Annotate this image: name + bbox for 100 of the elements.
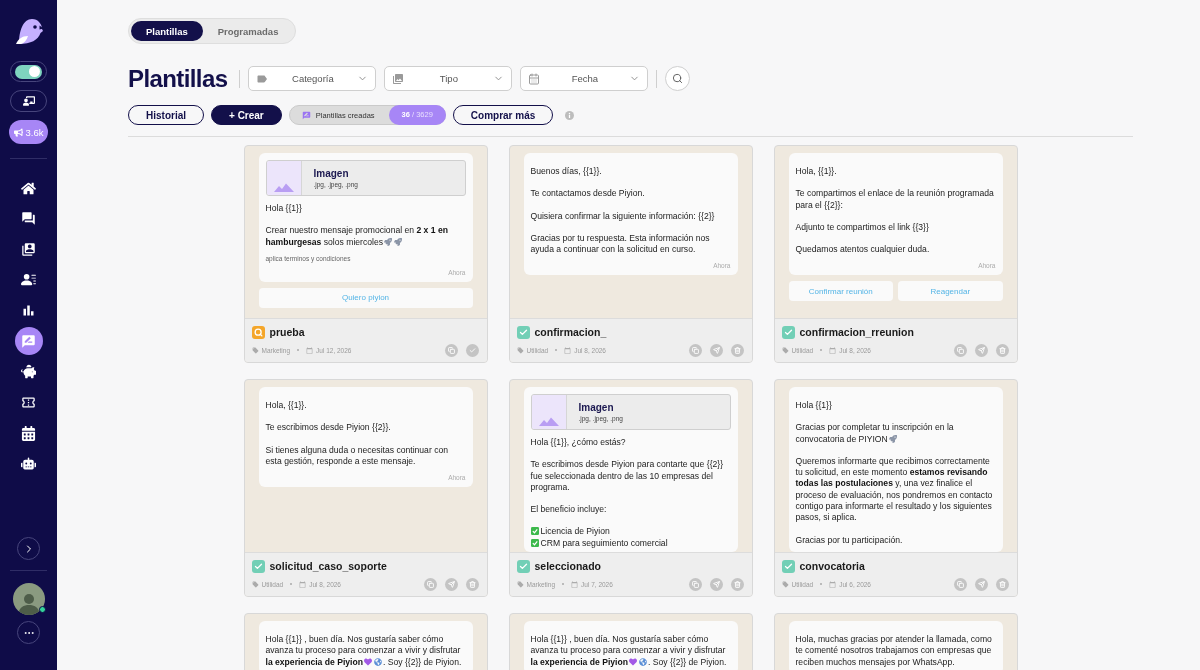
send-icon[interactable]: [974, 343, 988, 357]
message-text: Hola {{1}} , buen día. Nos gustaría saber cómo: [265, 634, 444, 644]
message-text: hamburgesas solos miercoles: [265, 236, 383, 247]
message-text: Hola, {{1}}.: [795, 166, 837, 176]
chat-bubbles-icon: [21, 211, 36, 227]
message-text: Te contactamos desde Piyion.: [530, 188, 645, 199]
trash-icon[interactable]: [995, 343, 1009, 357]
send-icon[interactable]: [709, 343, 723, 357]
tag-icon: [251, 580, 259, 588]
template-name: confirmacion_rreunion: [799, 326, 914, 338]
nav-button[interactable]: [14, 327, 43, 356]
search-button[interactable]: [665, 66, 691, 91]
message-text: Crear nuestro mensaje promocional en 2 x 1 en: [265, 225, 448, 236]
copy-icon[interactable]: [688, 577, 702, 591]
copy-icon[interactable]: [444, 343, 458, 357]
robot-icon: [21, 456, 36, 472]
message-text: Hola, {{1}}.: [265, 400, 307, 410]
filter-dropdown[interactable]: Categoría: [248, 66, 377, 91]
message-text: Gracias por tu respuesta. Esta información nos ayuda a continuar con la solicitud en curso.: [530, 232, 710, 255]
filter-dropdown[interactable]: Tipo: [384, 66, 513, 91]
tab[interactable]: Plantillas: [131, 21, 203, 41]
message-text: Te compartimos el enlace de la reunión programada para el {{2}}:: [795, 188, 994, 210]
attachment-title: Imagen: [578, 402, 615, 413]
piggy-bank-icon: [21, 364, 36, 380]
calendar-icon: [564, 346, 572, 354]
calendar-icon: [21, 425, 36, 441]
checkbox-icon: [530, 538, 539, 547]
search-icon: [672, 73, 684, 84]
message-text: Queremos informarte que recibimos correctamente tu solicitud, en este momento estamos revisando todas las postulaciones y, una vez finalice el proceso de evaluación, nos pondremos en contacto contigo para informarte el resultado y los siguientes pasos, si aplica.: [795, 455, 993, 523]
calendar-icon: [306, 346, 314, 354]
message-text: avanza tu proceso para comenzar a vivir y disfrutar: [530, 645, 726, 656]
message-text: Adjunto te compartimos el link {{3}}: [795, 221, 929, 232]
message-text: Quedamos atentos cualquier duda.: [795, 244, 930, 255]
message-text: la experiencia de Piyion: [265, 656, 363, 667]
rocket-icon: [394, 237, 402, 246]
send-icon[interactable]: [974, 577, 988, 591]
info-icon[interactable]: [565, 110, 575, 120]
calendar-icon: [571, 580, 579, 588]
tag-icon: [516, 346, 524, 354]
copy-icon[interactable]: [423, 577, 437, 591]
message-text: Buenos días, {{1}}.: [530, 166, 602, 176]
message-text: Hola {{1}}: [795, 400, 832, 410]
trash-icon[interactable]: [995, 577, 1009, 591]
tag-icon: [781, 346, 789, 354]
checkmark-icon[interactable]: [465, 343, 479, 357]
heart-icon: [363, 657, 372, 666]
tab[interactable]: Programadas: [202, 21, 294, 41]
ticket-icon: [21, 395, 36, 411]
rocket-icon: [888, 434, 897, 443]
tag-icon: [781, 580, 789, 588]
message-text: Hola {{1}} , buen día. Nos gustaría saber cómo: [530, 634, 709, 644]
template-name: seleccionado: [534, 560, 602, 572]
rocket-icon: [384, 237, 392, 246]
copy-icon[interactable]: [953, 343, 967, 357]
copy-icon[interactable]: [953, 577, 967, 591]
presenter-icon: [22, 95, 35, 107]
filter-dropdown[interactable]: Fecha: [520, 66, 649, 91]
message-text: El beneficio incluye:: [530, 504, 607, 515]
message-text: Hola {{1}}, ¿cómo estás?: [530, 437, 626, 447]
message-text: CRM para seguimiento comercial: [540, 537, 668, 548]
trash-icon[interactable]: [730, 577, 744, 591]
message-text: Hola {{1}}: [265, 203, 302, 213]
template-name: convocatoria: [799, 560, 865, 572]
template-name: prueba: [269, 326, 305, 338]
message-text: Gracias por tu participación.: [795, 534, 903, 545]
trash-icon[interactable]: [730, 343, 744, 357]
tag-icon: [251, 346, 259, 354]
message-text: convocatoria de PIYION: [795, 433, 888, 444]
calendar-icon: [299, 580, 307, 588]
pencil-chat-icon: [21, 333, 36, 349]
contact-card-icon: [21, 241, 36, 257]
bird-logo: [13, 16, 44, 46]
user-avatar[interactable]: [12, 583, 45, 615]
copy-icon[interactable]: [688, 343, 702, 357]
message-text: Licencia de Piyion: [540, 526, 610, 537]
message-text: . Soy {{2}} de Piyion.: [647, 656, 727, 667]
message-text: Te escribimos desde Piyion {{2}}.: [265, 422, 391, 433]
globe-icon: [638, 657, 647, 666]
person-list-icon: [21, 272, 36, 288]
trash-icon[interactable]: [465, 577, 479, 591]
message-text: Si tienes alguna duda o necesitas continuar con esta gestión, responde a este mensaje.: [265, 444, 448, 466]
calendar-icon: [528, 72, 541, 85]
create-button[interactable]: + Crear: [211, 105, 282, 125]
template-name: solicitud_caso_soporte: [269, 560, 387, 572]
send-icon[interactable]: [444, 577, 458, 591]
page-title: Plantillas: [128, 66, 228, 91]
send-icon[interactable]: [709, 577, 723, 591]
heart-icon: [628, 657, 637, 666]
home-icon: [21, 180, 36, 196]
globe-icon: [373, 657, 382, 666]
pencil-chat-icon: [301, 110, 311, 120]
message-text: Hola, muchas gracias por atender la llamada, como te comenté nosotros trabajamos con empresas que reciben muchos mensajes por WhatsApp.: [795, 634, 992, 667]
calendar-icon: [829, 346, 837, 354]
bar-chart-icon: [21, 303, 36, 319]
message-text: Quisiera confirmar la siguiente información: {{2}}: [530, 210, 715, 221]
megaphone-icon: [13, 127, 23, 137]
checkbox-icon: [530, 527, 539, 536]
message-text: Gracias por completar tu inscripción en la: [795, 422, 954, 433]
message-text: Te escribimos desde Piyion para contarte que {{2}} fue seleccionada dentro de las 10 empresas del programa.: [530, 459, 724, 492]
photo-stack-icon: [392, 72, 405, 85]
